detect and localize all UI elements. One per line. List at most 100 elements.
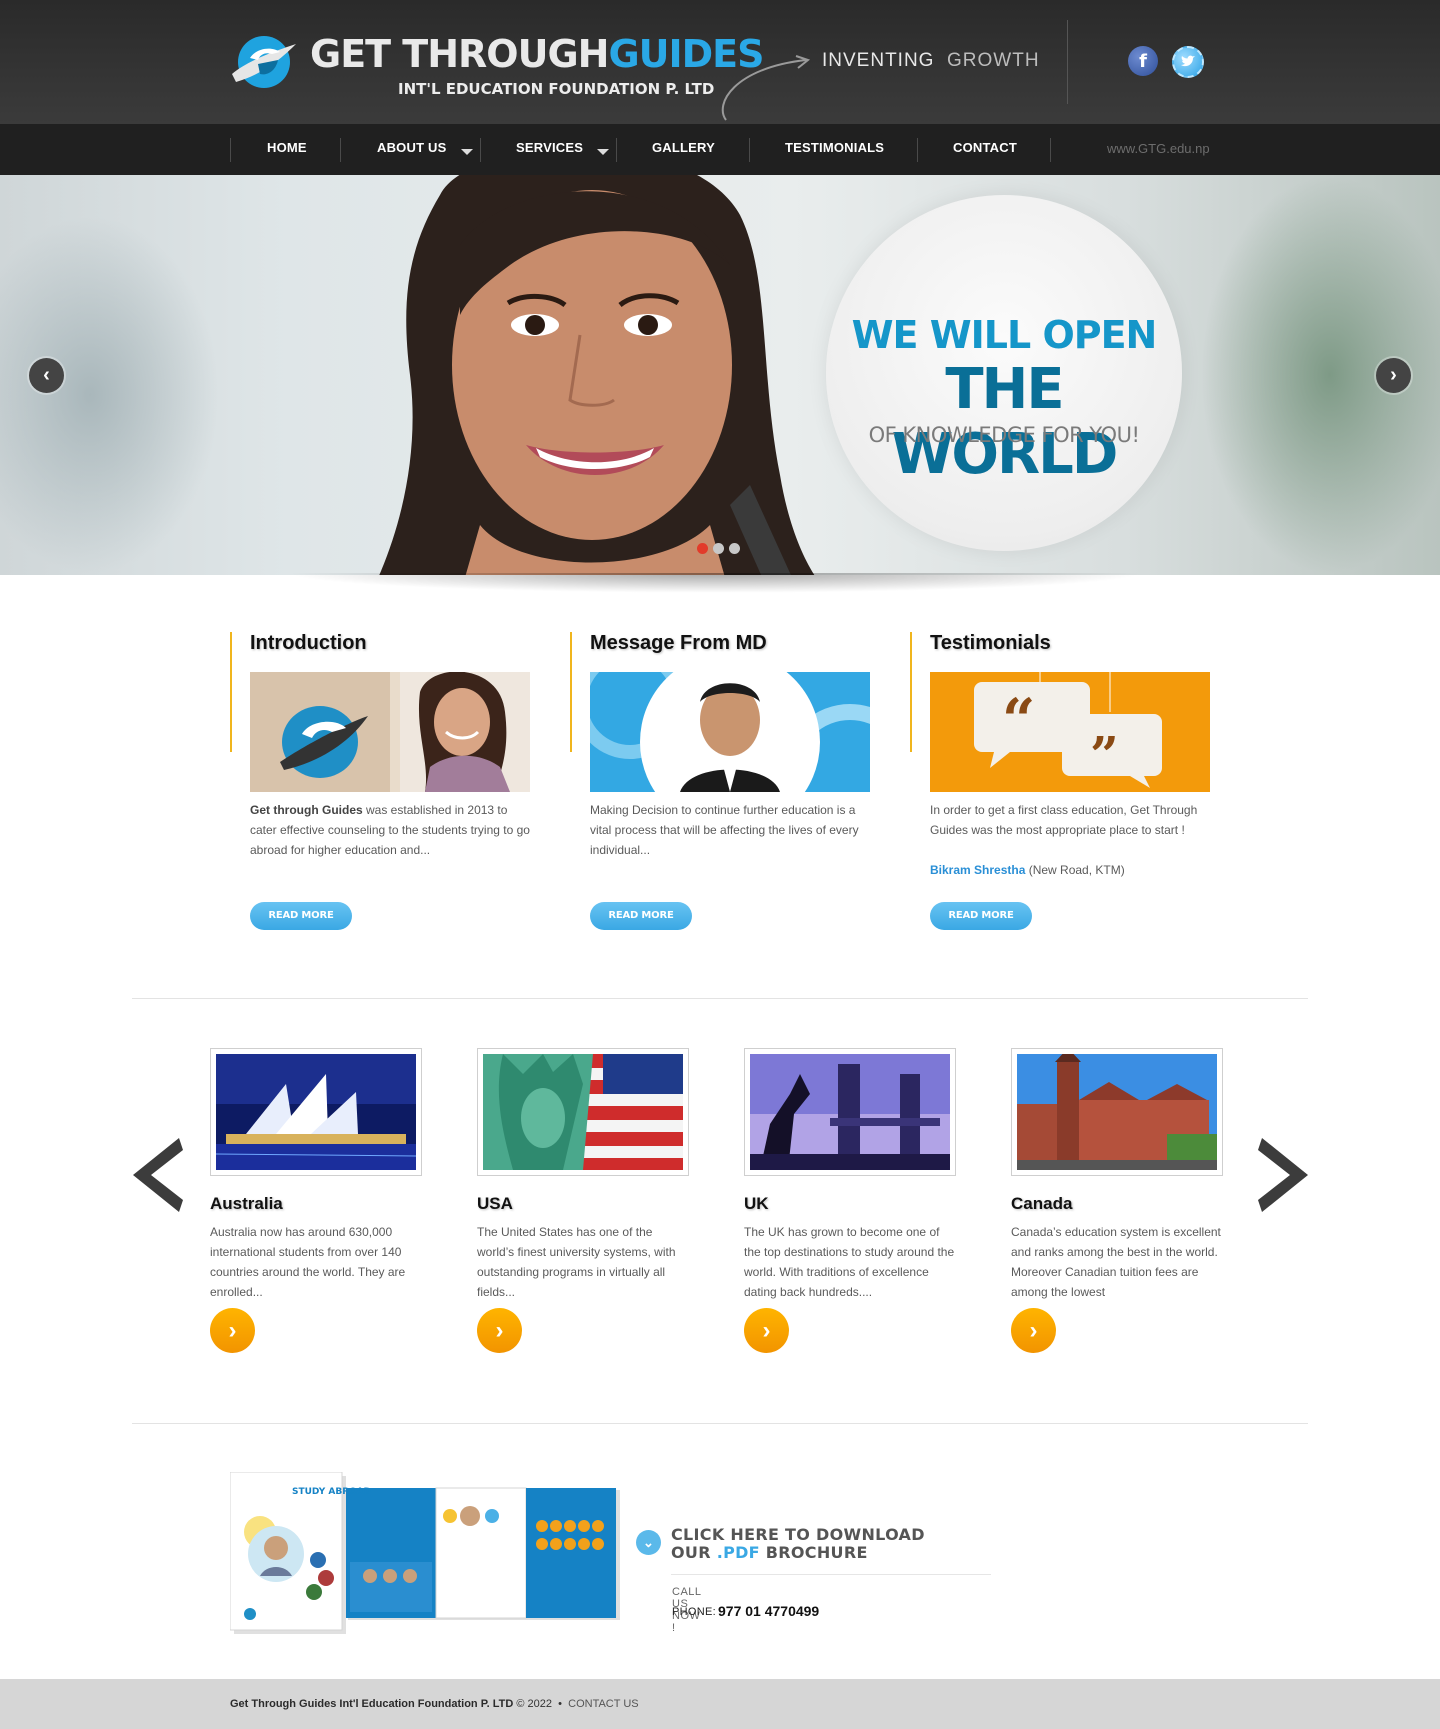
read-more-button[interactable]: READ MORE	[930, 902, 1032, 930]
nav-item-home[interactable]: HOME	[267, 140, 307, 155]
download-arrow-icon[interactable]: ⌄	[636, 1530, 661, 1555]
download-line2a: OUR	[671, 1543, 717, 1562]
chevron-right-icon[interactable]: ›	[744, 1308, 789, 1353]
hero-shadow	[285, 573, 1145, 593]
nav-separator	[917, 138, 918, 162]
tagline-a: INVENTING	[822, 50, 935, 71]
section-divider	[132, 998, 1308, 999]
chevron-right-icon[interactable]: ›	[210, 1308, 255, 1353]
country-text: The UK has grown to become one of the to…	[744, 1225, 955, 1299]
introduction-image[interactable]	[250, 672, 530, 792]
read-more-button[interactable]: READ MORE	[250, 902, 352, 930]
card-accent-bar	[570, 632, 572, 752]
hero-headline-line2: THE WORLD	[891, 357, 1119, 487]
card-title: Message From MD	[590, 632, 767, 654]
country-title: USA	[477, 1194, 513, 1213]
download-line2b: BROCHURE	[759, 1543, 868, 1562]
country-text: Australia now has around 630,000 interna…	[210, 1225, 406, 1299]
nav-separator	[749, 138, 750, 162]
slider-dot[interactable]	[697, 543, 708, 554]
country-title: Canada	[1011, 1194, 1073, 1213]
card-accent-bar	[230, 632, 232, 752]
brochure-cover-title: STUDY ABROAD	[292, 1487, 371, 1497]
testimonial-location: (New Road, KTM)	[1025, 863, 1125, 877]
carousel-prev-icon[interactable]	[133, 1138, 183, 1212]
logo-wordmark: GET THROUGHGUIDES	[310, 32, 765, 76]
site-header: GET THROUGHGUIDES INT'L EDUCATION FOUNDA…	[0, 0, 1440, 124]
tower-bridge-image	[750, 1054, 950, 1170]
svg-text:“: “	[1002, 686, 1035, 754]
section-divider	[132, 1423, 1308, 1424]
hero-headline-line3: OF KNOWLEDGE FOR YOU!	[868, 423, 1140, 447]
sydney-opera-house-image	[216, 1054, 416, 1170]
tagline: INVENTING GROWTH	[822, 50, 1040, 72]
chevron-right-icon[interactable]: ›	[1011, 1308, 1056, 1353]
footer-company: Get Through Guides Int'l Education Found…	[230, 1698, 514, 1710]
phone-number[interactable]: 977 01 4770499	[718, 1603, 819, 1619]
testimonials-quote-image[interactable]: “ ”	[930, 672, 1210, 792]
country-title: Australia	[210, 1194, 283, 1213]
chevron-down-icon[interactable]	[597, 149, 609, 155]
footer-separator: •	[558, 1698, 562, 1710]
logo-subtitle: INT'L EDUCATION FOUNDATION P. LTD	[398, 80, 715, 98]
slider-next-icon[interactable]: ›	[1376, 358, 1411, 393]
card-text: In order to get a first class education,…	[930, 800, 1212, 880]
statue-of-liberty-image	[483, 1054, 683, 1170]
site-logo[interactable]: GET THROUGHGUIDES INT'L EDUCATION FOUNDA…	[228, 28, 765, 102]
swoosh-arrow-icon	[721, 55, 811, 121]
site-url[interactable]: www.GTG.edu.np	[1107, 141, 1210, 156]
logo-main: GET THROUGH	[310, 32, 609, 76]
card-text-bold: Get through Guides	[250, 803, 363, 817]
read-more-button[interactable]: READ MORE	[590, 902, 692, 930]
download-brochure-link[interactable]: CLICK HERE TO DOWNLOAD OUR .PDF BROCHURE	[671, 1526, 971, 1562]
main-nav: HOME ABOUT US SERVICES GALLERY TESTIMONI…	[0, 124, 1440, 176]
twitter-icon[interactable]	[1172, 46, 1204, 78]
md-portrait-image[interactable]	[590, 672, 870, 792]
slider-prev-icon[interactable]: ‹	[29, 358, 64, 393]
country-text: Canada’s education system is excellent a…	[1011, 1225, 1221, 1299]
nav-separator	[616, 138, 617, 162]
facebook-icon[interactable]: f	[1128, 46, 1158, 76]
nav-item-services[interactable]: SERVICES	[516, 140, 583, 155]
slider-dot[interactable]	[713, 543, 724, 554]
nav-item-about-us[interactable]: ABOUT US	[377, 140, 447, 155]
phone-label: PHONE:	[672, 1606, 716, 1618]
nav-separator	[1050, 138, 1051, 162]
brochure-preview-image[interactable]: STUDY ABROAD	[230, 1472, 630, 1637]
card-text: Get through Guides was established in 20…	[250, 800, 532, 860]
hero-background-blur	[0, 215, 220, 575]
hero-headline-circle: WE WILL OPEN THE WORLD OF KNOWLEDGE FOR …	[826, 195, 1182, 551]
page: GET THROUGHGUIDES INT'L EDUCATION FOUNDA…	[0, 0, 1440, 1729]
card-text: Making Decision to continue further educ…	[590, 803, 859, 857]
download-pdf-label: .PDF	[716, 1543, 760, 1562]
logo-globe-icon	[232, 36, 296, 88]
canada-building-image	[1017, 1054, 1217, 1170]
footer-text: Get Through Guides Int'l Education Found…	[230, 1698, 639, 1710]
testimonial-quote: In order to get a first class education,…	[930, 803, 1198, 837]
hero-student-photo	[379, 175, 815, 575]
country-image-frame[interactable]	[1011, 1048, 1223, 1176]
chevron-down-icon[interactable]	[461, 149, 473, 155]
card-title: Testimonials	[930, 632, 1051, 654]
card-accent-bar	[910, 632, 912, 752]
country-text: The United States has one of the world’s…	[477, 1225, 676, 1299]
country-image-frame[interactable]	[210, 1048, 422, 1176]
nav-separator	[230, 138, 231, 162]
brochure-divider	[671, 1574, 991, 1575]
nav-item-gallery[interactable]: GALLERY	[652, 140, 715, 155]
nav-item-testimonials[interactable]: TESTIMONIALS	[785, 140, 884, 155]
footer-contact-link[interactable]: CONTACT US	[568, 1698, 639, 1710]
nav-separator	[340, 138, 341, 162]
chevron-right-icon[interactable]: ›	[477, 1308, 522, 1353]
twitter-bird-icon	[1181, 55, 1195, 67]
hero-slider: WE WILL OPEN THE WORLD OF KNOWLEDGE FOR …	[0, 175, 1440, 575]
card-title: Introduction	[250, 632, 367, 654]
tagline-b: GROWTH	[947, 50, 1040, 71]
country-image-frame[interactable]	[477, 1048, 689, 1176]
testimonial-author[interactable]: Bikram Shrestha	[930, 863, 1025, 877]
carousel-next-icon[interactable]	[1258, 1138, 1308, 1212]
country-image-frame[interactable]	[744, 1048, 956, 1176]
nav-item-contact[interactable]: CONTACT	[953, 140, 1017, 155]
download-line1: CLICK HERE TO DOWNLOAD	[671, 1525, 925, 1544]
slider-dot[interactable]	[729, 543, 740, 554]
